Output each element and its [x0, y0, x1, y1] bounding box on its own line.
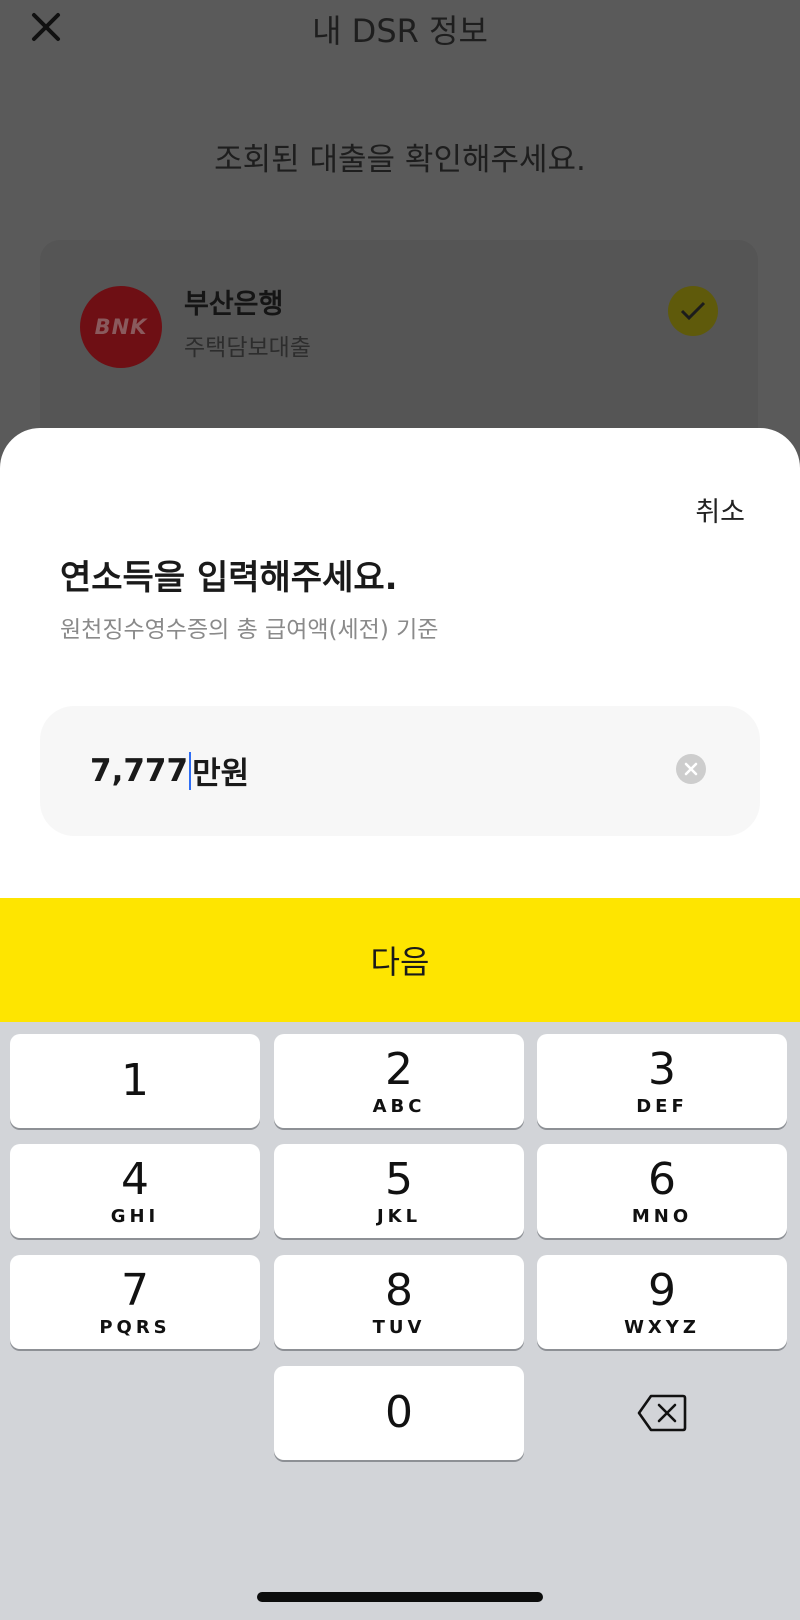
key-number: 4 — [121, 1153, 149, 1205]
home-indicator — [257, 1592, 543, 1602]
income-input-text[interactable]: 7,777 만원 — [90, 748, 249, 793]
key-5[interactable]: 5 JKL — [274, 1144, 524, 1238]
key-letters: MNO — [631, 1205, 693, 1227]
key-letters: ABC — [372, 1095, 426, 1117]
page-title: 내 DSR 정보 — [312, 12, 488, 50]
key-letters: JKL — [376, 1205, 422, 1227]
check-icon[interactable] — [668, 286, 718, 336]
sheet-description: 원천징수영수증의 총 급여액(세전) 기준 — [60, 617, 439, 643]
key-number: 5 — [385, 1153, 413, 1205]
income-unit: 만원 — [192, 756, 250, 792]
key-letters: PQRS — [99, 1316, 171, 1338]
key-number: 3 — [648, 1043, 676, 1095]
key-9[interactable]: 9 WXYZ — [537, 1255, 787, 1349]
key-number: 2 — [385, 1043, 413, 1095]
key-8[interactable]: 8 TUV — [274, 1255, 524, 1349]
clear-input-icon[interactable] — [676, 754, 706, 784]
text-caret — [189, 751, 192, 790]
cancel-button[interactable]: 취소 — [695, 490, 745, 529]
key-7[interactable]: 7 PQRS — [10, 1255, 260, 1349]
key-3[interactable]: 3 DEF — [537, 1034, 787, 1128]
key-2[interactable]: 2 ABC — [274, 1034, 524, 1128]
loan-type: 주택담보대출 — [184, 335, 311, 361]
key-0[interactable]: 0 — [274, 1366, 524, 1460]
key-letters: GHI — [110, 1205, 160, 1227]
numeric-keypad: 1 2 ABC 3 DEF 4 GHI 5 JKL 6 MNO 7 PQRS 8… — [0, 1022, 800, 1620]
key-4[interactable]: 4 GHI — [10, 1144, 260, 1238]
bank-logo: BNK — [80, 286, 162, 368]
income-value: 7,777 — [90, 752, 189, 789]
key-number: 8 — [385, 1264, 413, 1316]
bank-name: 부산은행 — [184, 289, 284, 320]
key-number: 0 — [385, 1387, 413, 1438]
key-letters: TUV — [372, 1316, 426, 1338]
key-6[interactable]: 6 MNO — [537, 1144, 787, 1238]
key-letters: WXYZ — [624, 1316, 700, 1338]
key-number: 6 — [648, 1153, 676, 1205]
key-number: 1 — [121, 1055, 149, 1106]
loan-card[interactable]: BNK 부산은행 주택담보대출 — [40, 240, 758, 460]
sheet-title: 연소득을 입력해주세요. — [60, 558, 398, 598]
backspace-icon — [637, 1394, 687, 1432]
key-number: 7 — [121, 1264, 149, 1316]
key-number: 9 — [648, 1264, 676, 1316]
next-button[interactable]: 다음 — [0, 898, 800, 1022]
key-letters: DEF — [636, 1095, 688, 1117]
income-input[interactable]: 7,777 만원 — [40, 706, 760, 836]
loan-check-subtitle: 조회된 대출을 확인해주세요. — [214, 142, 586, 178]
backspace-key[interactable] — [537, 1366, 787, 1460]
key-1[interactable]: 1 — [10, 1034, 260, 1128]
